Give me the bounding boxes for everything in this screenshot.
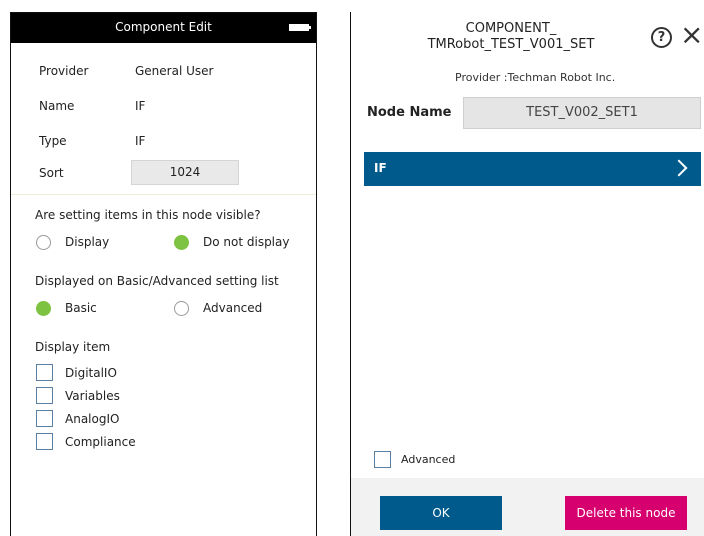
- node-name-input[interactable]: TEST_V002_SET1: [463, 97, 701, 129]
- advanced-label: Advanced: [401, 453, 456, 466]
- digitalio-label: DigitalIO: [65, 366, 117, 380]
- close-icon[interactable]: ×: [680, 20, 703, 50]
- variables-checkbox[interactable]: [36, 387, 53, 404]
- component-node-panel: COMPONENT_ TMRobot_TEST_V001_SET ? × Pro…: [350, 12, 704, 536]
- provider-value: General User: [135, 64, 214, 78]
- advanced-radio[interactable]: [174, 301, 189, 316]
- dialog-title-line1: COMPONENT_: [465, 21, 557, 36]
- sort-input[interactable]: 1024: [131, 160, 239, 185]
- node-name-label: Node Name: [367, 105, 452, 120]
- basic-radio[interactable]: [36, 301, 51, 316]
- list-item-label: IF: [374, 161, 387, 175]
- advanced-radio-label: Advanced: [203, 301, 263, 315]
- analogio-checkbox[interactable]: [36, 410, 53, 427]
- footer-bar: OK Delete this node: [351, 478, 704, 536]
- compliance-checkbox[interactable]: [36, 433, 53, 450]
- ok-button[interactable]: OK: [380, 496, 502, 530]
- title-bar: Component Edit: [11, 13, 316, 43]
- advanced-checkbox[interactable]: [374, 451, 391, 468]
- divider: [11, 194, 316, 195]
- provider-text: Provider :Techman Robot Inc.: [455, 71, 616, 84]
- do-not-display-radio-label: Do not display: [203, 235, 290, 249]
- display-radio-label: Display: [65, 235, 110, 249]
- panel-title: Component Edit: [115, 20, 212, 34]
- type-label: Type: [39, 134, 67, 148]
- provider-label: Provider: [39, 64, 89, 78]
- help-icon[interactable]: ?: [651, 27, 672, 48]
- name-label: Name: [39, 99, 75, 113]
- chevron-right-icon: [670, 159, 688, 177]
- variables-label: Variables: [65, 389, 120, 403]
- digitalio-checkbox[interactable]: [36, 364, 53, 381]
- list-type-question: Displayed on Basic/Advanced setting list: [35, 274, 279, 288]
- analogio-label: AnalogIO: [65, 412, 120, 426]
- compliance-label: Compliance: [65, 435, 136, 449]
- display-radio[interactable]: [36, 235, 51, 250]
- do-not-display-radio[interactable]: [174, 235, 189, 250]
- dialog-title: COMPONENT_ TMRobot_TEST_V001_SET: [411, 21, 611, 53]
- list-item-if[interactable]: IF: [364, 152, 701, 186]
- visibility-question: Are setting items in this node visible?: [35, 208, 261, 222]
- battery-icon: [289, 24, 311, 31]
- component-edit-panel: Component Edit Provider General User Nam…: [10, 12, 317, 536]
- delete-node-button[interactable]: Delete this node: [565, 496, 687, 530]
- type-value: IF: [135, 134, 146, 148]
- basic-radio-label: Basic: [65, 301, 97, 315]
- sort-label: Sort: [39, 166, 64, 180]
- name-value: IF: [135, 99, 146, 113]
- display-item-heading: Display item: [35, 340, 111, 354]
- dialog-title-line2: TMRobot_TEST_V001_SET: [427, 37, 595, 52]
